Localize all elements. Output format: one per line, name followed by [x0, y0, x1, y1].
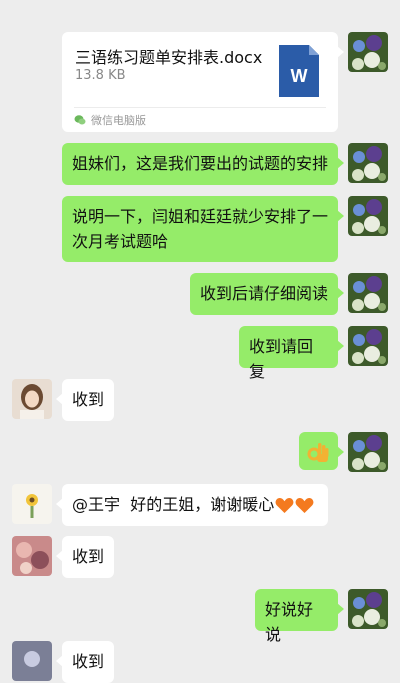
contact-avatar[interactable] — [12, 379, 52, 419]
message-bubble[interactable]: 好说好说 — [255, 589, 344, 644]
file-message-bubble[interactable]: 三语练习题单安排表.docx 13.8 KB W 微信电脑版 — [62, 32, 344, 132]
message-text-line-2: 次月考试题哈 — [72, 232, 169, 251]
file-name: 三语练习题单安排表.docx — [75, 48, 263, 67]
flower-avatar-image — [348, 32, 388, 72]
flower-vase-avatar-image — [12, 484, 52, 524]
mention-text[interactable]: @王宇 — [72, 495, 120, 514]
message-text: 收到 — [72, 652, 105, 671]
flower-avatar-image — [348, 589, 388, 629]
dessert-avatar-image — [12, 536, 52, 576]
message-separator — [120, 495, 130, 514]
word-icon-letter: W — [291, 66, 308, 86]
file-source-label: 微信电脑版 — [91, 114, 146, 127]
my-avatar[interactable] — [348, 432, 388, 472]
message-bubble[interactable]: 收到 — [56, 641, 114, 683]
flower-avatar-image — [348, 432, 388, 472]
message-text: 好说好说 — [265, 600, 314, 644]
flower-avatar-image — [348, 273, 388, 313]
previous-message-fragment — [0, 0, 400, 6]
ok-hand-emoji-icon — [307, 442, 329, 462]
message-text: 姐妹们，这是我们要出的试题的安排 — [72, 154, 329, 173]
message-text: 收到 — [72, 390, 105, 409]
my-avatar[interactable] — [348, 326, 388, 366]
message-bubble[interactable]: 收到 — [56, 379, 114, 421]
message-bubble[interactable]: 收到后请仔细阅读 — [190, 273, 344, 315]
my-avatar[interactable] — [348, 32, 388, 72]
orange-heart-emoji-icon — [295, 497, 314, 514]
message-text: 收到 — [72, 547, 105, 566]
contact-avatar[interactable] — [12, 484, 52, 524]
message-text-line-1: 说明一下，闫姐和廷廷就少安排了一 — [72, 207, 329, 226]
my-avatar[interactable] — [348, 196, 388, 236]
flower-avatar-image — [348, 326, 388, 366]
message-bubble[interactable]: 姐妹们，这是我们要出的试题的安排 — [62, 143, 344, 185]
file-size: 13.8 KB — [75, 68, 126, 83]
wechat-pc-icon — [74, 115, 86, 125]
flower-avatar-image — [348, 196, 388, 236]
my-avatar[interactable] — [348, 143, 388, 183]
message-bubble[interactable]: @王宇 好的王姐，谢谢暖心 — [56, 484, 328, 526]
my-avatar[interactable] — [348, 273, 388, 313]
flower-avatar-image — [348, 143, 388, 183]
my-avatar[interactable] — [348, 589, 388, 629]
contact-avatar[interactable] — [12, 641, 52, 681]
chat-message-list[interactable]: 三语练习题单安排表.docx 13.8 KB W 微信电脑版 姐妹们，这是我们要… — [0, 0, 400, 683]
girl-portrait-avatar-image — [12, 379, 52, 419]
file-card-divider — [74, 107, 326, 108]
word-document-icon: W — [279, 45, 319, 97]
message-bubble[interactable]: 说明一下，闫姐和廷廷就少安排了一 次月考试题哈 — [62, 196, 344, 262]
message-text: 好的王姐，谢谢暖心 — [130, 495, 275, 514]
message-bubble[interactable]: 收到 — [56, 536, 114, 578]
message-text: 收到后请仔细阅读 — [200, 284, 329, 303]
message-bubble[interactable]: 收到请回复 — [239, 326, 344, 381]
contact-avatar-image — [12, 641, 52, 681]
orange-heart-emoji-icon — [275, 497, 294, 514]
contact-avatar[interactable] — [12, 536, 52, 576]
message-text: 收到请回复 — [249, 337, 314, 381]
message-bubble[interactable] — [299, 432, 344, 470]
